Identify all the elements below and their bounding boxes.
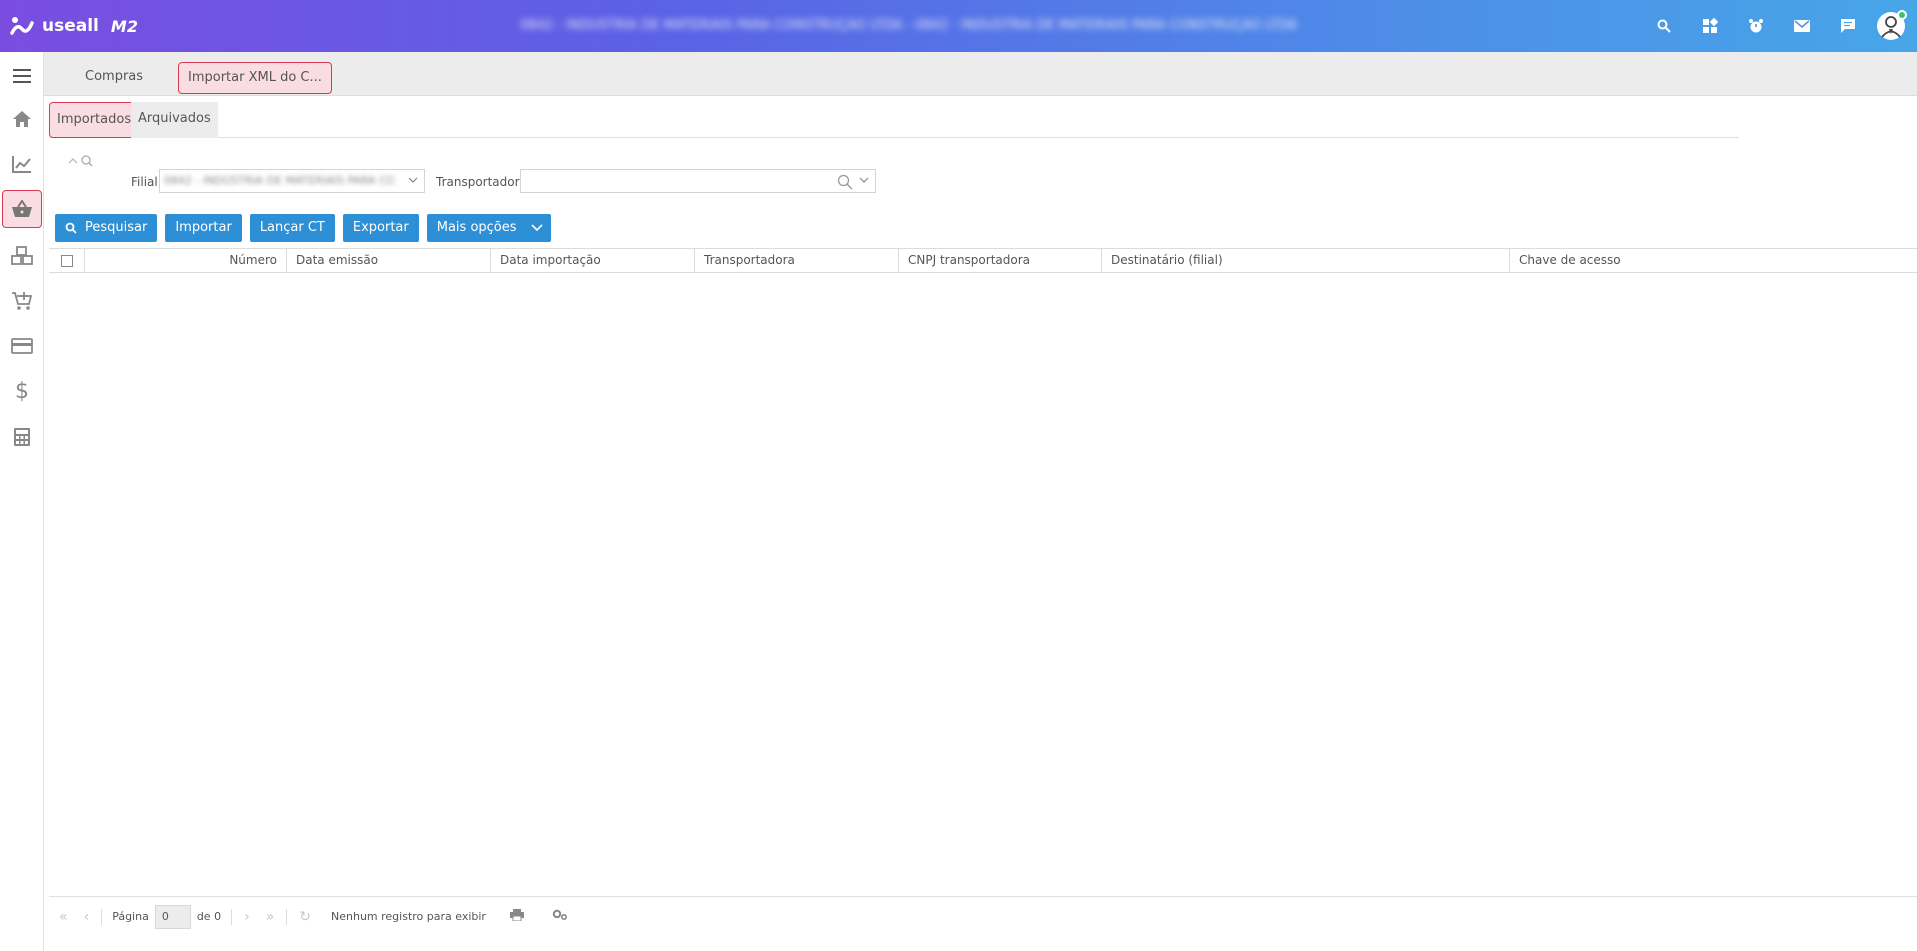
boxes-icon[interactable]: [0, 234, 44, 278]
col-numero[interactable]: Número: [84, 249, 286, 272]
lancar-ct-label: Lançar CT: [259, 220, 325, 235]
chevron-down-icon: [530, 224, 543, 232]
search-icon: [65, 222, 77, 234]
pager-divider: [286, 908, 288, 925]
tab-compras[interactable]: Compras: [76, 62, 152, 94]
subtab-importados[interactable]: Importados: [49, 102, 140, 138]
basket-icon[interactable]: [2, 190, 42, 228]
sidebar: $: [0, 52, 44, 951]
pagina-label: Página: [112, 910, 149, 923]
logo-text: useall: [42, 16, 99, 36]
online-status-dot: [1897, 10, 1907, 20]
col-data-importacao[interactable]: Data importação: [490, 249, 694, 272]
search-icon[interactable]: [837, 174, 853, 190]
action-toolbar: Pesquisar Importar Lançar CT Exportar Ma…: [55, 214, 551, 242]
menu-icon[interactable]: [0, 54, 44, 98]
transportadora-label: Transportadora: [436, 175, 527, 189]
col-destinatario[interactable]: Destinatário (filial): [1101, 249, 1509, 272]
pager-divider: [101, 908, 103, 925]
chevron-up-icon: [68, 158, 78, 164]
pagination-bar: « ‹ Página 0 de 0 › » ↻ Nenhum registro …: [49, 896, 1917, 936]
page-total-label: de 0: [196, 910, 222, 923]
pager-status: Nenhum registro para exibir: [331, 910, 486, 923]
mais-opcoes-label: Mais opções: [436, 220, 517, 235]
top-bar: useall M2 0842 - INDÚSTRIA DE MATERIAIS …: [0, 0, 1917, 52]
main-tabbar: Compras Importar XML do C...: [44, 52, 1917, 96]
top-icons: [1641, 0, 1917, 52]
mail-icon[interactable]: [1779, 0, 1825, 52]
chat-icon[interactable]: [1825, 0, 1871, 52]
pager-divider: [231, 908, 233, 925]
calculator-icon[interactable]: [0, 415, 44, 459]
user-avatar[interactable]: [1877, 10, 1907, 40]
importar-label: Importar: [175, 220, 232, 235]
subtabs: Importados Arquivados: [49, 102, 1739, 138]
prev-page-icon[interactable]: ‹: [84, 909, 90, 925]
refresh-icon[interactable]: ↻: [299, 909, 311, 925]
filial-select[interactable]: 0842 - INDÚSTRIA DE MATERIAIS PARA CO: [159, 169, 425, 193]
settings-icon[interactable]: [552, 909, 568, 924]
logo-icon: [10, 17, 34, 35]
select-all-checkbox[interactable]: [61, 255, 73, 267]
first-page-icon[interactable]: «: [59, 909, 68, 925]
transportadora-input[interactable]: [520, 169, 876, 193]
lancar-ct-button[interactable]: Lançar CT: [249, 214, 335, 242]
company-name: 0842 - INDÚSTRIA DE MATERIAIS PARA CONST…: [520, 18, 1298, 33]
pesquisar-label: Pesquisar: [85, 220, 148, 235]
col-chave-acesso[interactable]: Chave de acesso: [1509, 249, 1917, 272]
print-icon[interactable]: [509, 909, 524, 924]
next-page-icon[interactable]: ›: [244, 909, 250, 925]
grid-header: Número Data emissão Data importação Tran…: [49, 248, 1917, 273]
subtab-arquivados[interactable]: Arquivados: [131, 102, 218, 138]
pesquisar-button[interactable]: Pesquisar: [55, 214, 158, 242]
tab-importar-xml[interactable]: Importar XML do C...: [178, 62, 332, 94]
chart-icon[interactable]: [0, 142, 44, 186]
last-page-icon[interactable]: »: [266, 909, 275, 925]
exportar-button[interactable]: Exportar: [342, 214, 419, 242]
page-number-input[interactable]: 0: [154, 904, 191, 929]
alarm-icon[interactable]: [1733, 0, 1779, 52]
filial-label: Filial: [131, 175, 158, 189]
card-icon[interactable]: [0, 324, 44, 368]
search-icon: [81, 155, 91, 165]
app-logo[interactable]: useall M2: [10, 14, 138, 38]
col-cnpj-transportadora[interactable]: CNPJ transportadora: [898, 249, 1101, 272]
dollar-icon[interactable]: $: [0, 369, 44, 413]
filter-panel: Filial 0842 - INDÚSTRIA DE MATERIAIS PAR…: [49, 150, 1739, 202]
chevron-down-icon[interactable]: [408, 175, 418, 185]
apps-icon[interactable]: [1687, 0, 1733, 52]
filial-value: 0842 - INDÚSTRIA DE MATERIAIS PARA CO: [164, 174, 394, 187]
col-data-emissao[interactable]: Data emissão: [286, 249, 490, 272]
cart-add-icon[interactable]: [0, 279, 44, 323]
chevron-down-icon[interactable]: [859, 175, 869, 185]
collapse-filter-toggle[interactable]: [67, 154, 95, 171]
mais-opcoes-button[interactable]: Mais opções: [426, 214, 551, 242]
logo-version: M2: [110, 16, 138, 36]
home-icon[interactable]: [0, 97, 44, 141]
exportar-label: Exportar: [352, 220, 409, 235]
importar-button[interactable]: Importar: [165, 214, 242, 242]
search-icon[interactable]: [1641, 0, 1687, 52]
col-transportadora[interactable]: Transportadora: [694, 249, 898, 272]
